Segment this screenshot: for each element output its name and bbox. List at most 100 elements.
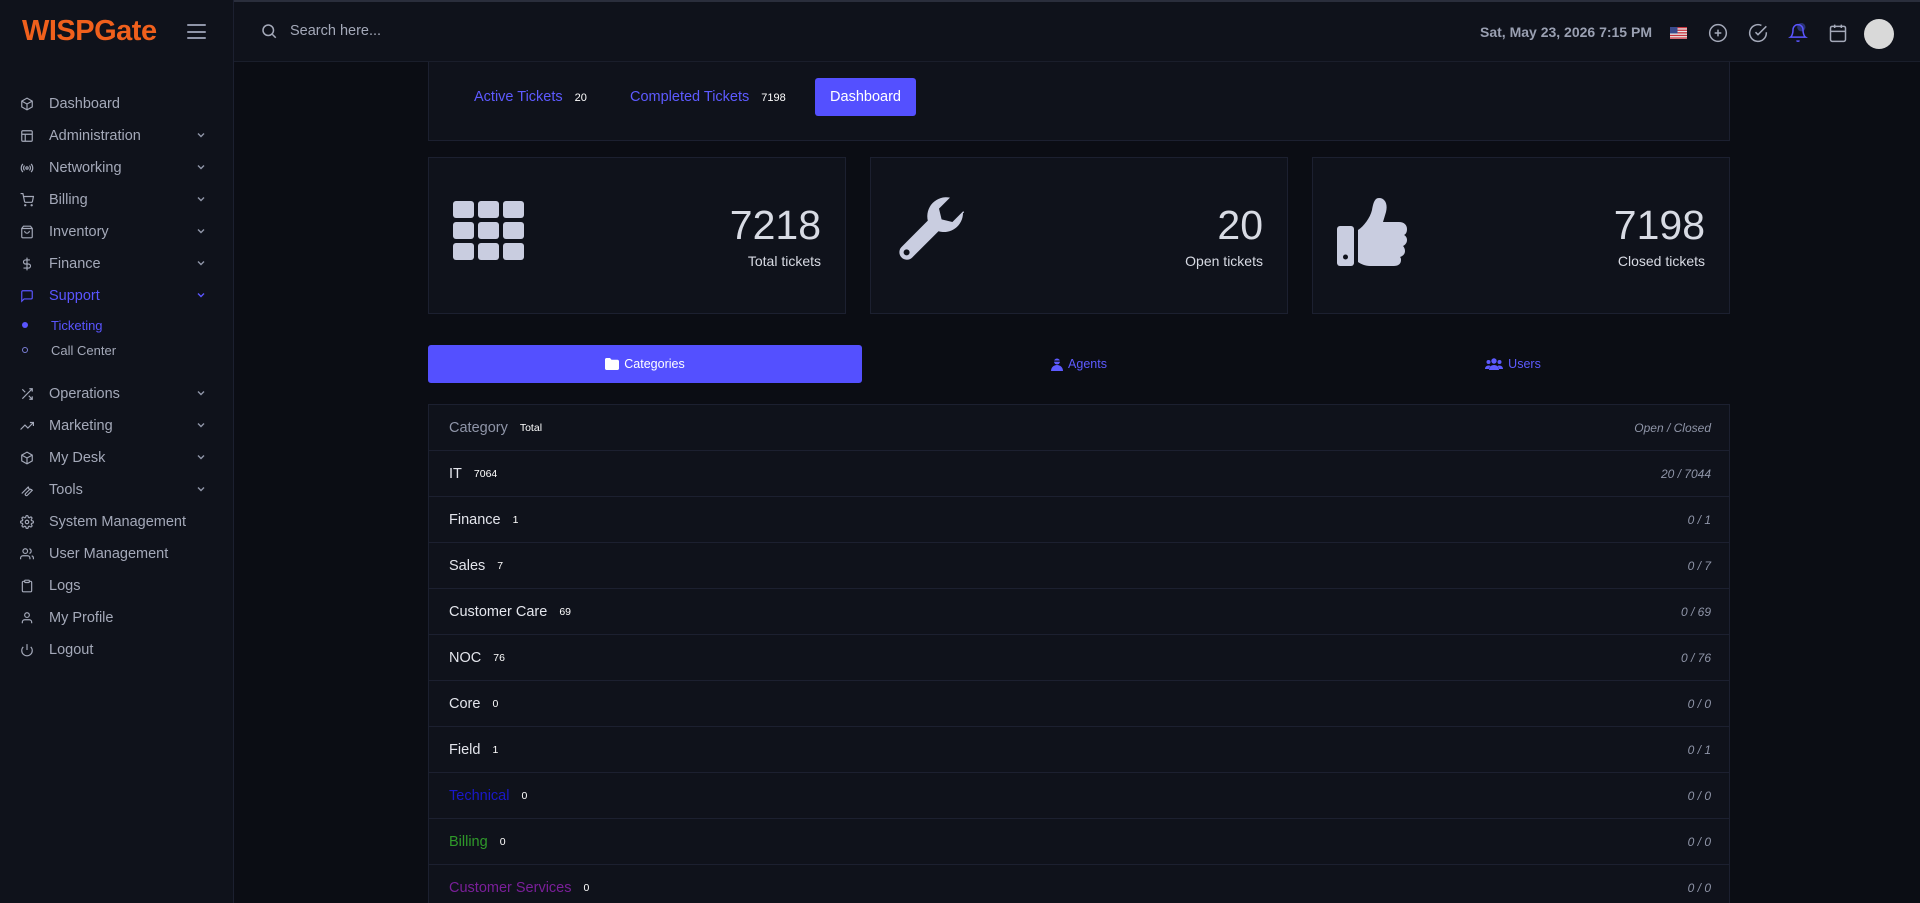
table-row[interactable]: Field 1 0 / 1 <box>429 727 1729 773</box>
sidebar-item-label: Operations <box>49 386 120 402</box>
sidebar-item-my-profile[interactable]: My Profile <box>0 606 234 630</box>
sidebar: WISPGate Dashboard Administration Networ… <box>0 0 234 903</box>
sidebar-item-label: Billing <box>49 192 88 208</box>
tab-completed-tickets[interactable]: Completed Tickets 7198 <box>630 89 786 105</box>
category-ratio: 20 / 7044 <box>1660 466 1711 481</box>
category-ratio: 0 / 0 <box>1687 696 1711 711</box>
table-row[interactable]: Finance 1 0 / 1 <box>429 497 1729 543</box>
avatar[interactable] <box>1864 19 1894 49</box>
users-icon <box>20 547 34 561</box>
tab-count: 20 <box>574 92 587 104</box>
sidebar-item-tools[interactable]: Tools <box>0 478 234 502</box>
tab-label: Categories <box>624 357 685 371</box>
table-row[interactable]: Technical 0 0 / 0 <box>429 773 1729 819</box>
chevron-down-icon <box>197 261 205 266</box>
category-ratio: 0 / 7 <box>1687 558 1711 573</box>
cube-icon <box>20 97 34 111</box>
table-row[interactable]: IT 7064 20 / 7044 <box>429 451 1729 497</box>
grid-icon <box>453 201 524 260</box>
sidebar-item-user-management[interactable]: User Management <box>0 542 234 566</box>
tab-categories[interactable]: Categories <box>428 345 862 383</box>
stat-value: 7198 <box>1613 202 1705 248</box>
category-table: Category Total Open / Closed IT 7064 20 … <box>428 404 1730 903</box>
tab-dashboard[interactable]: Dashboard <box>815 78 916 116</box>
sidebar-item-finance[interactable]: Finance <box>0 252 234 276</box>
ticket-tabs: Active Tickets 20 Completed Tickets 7198… <box>428 62 1730 141</box>
category-ratio: 0 / 1 <box>1687 512 1711 527</box>
tab-label: Users <box>1508 357 1541 371</box>
breakdown-tabs: Categories Agents Users <box>428 345 1730 383</box>
tab-active-tickets[interactable]: Active Tickets 20 <box>474 89 587 105</box>
table-row[interactable]: Customer Services 0 0 / 0 <box>429 865 1729 903</box>
stat-label: Closed tickets <box>1617 253 1705 269</box>
category-total: 0 <box>521 789 528 802</box>
tab-users[interactable]: Users <box>1296 345 1730 383</box>
sidebar-item-billing[interactable]: Billing <box>0 188 234 212</box>
tab-label: Agents <box>1068 357 1107 371</box>
search-icon[interactable] <box>260 22 278 40</box>
category-name: Billing <box>449 833 488 850</box>
category-ratio: 0 / 0 <box>1687 834 1711 849</box>
sidebar-subitem-call-center[interactable]: Call Center <box>0 340 234 360</box>
sidebar-item-system-management[interactable]: System Management <box>0 510 234 534</box>
chevron-down-icon <box>197 229 205 234</box>
category-name: NOC <box>449 649 482 666</box>
stat-card-open: 20 Open tickets <box>870 157 1288 314</box>
calendar-icon[interactable] <box>1828 23 1848 43</box>
tab-agents[interactable]: Agents <box>862 345 1296 383</box>
category-total: 0 <box>583 881 590 894</box>
search-input[interactable] <box>290 23 590 39</box>
agent-icon <box>1051 358 1064 371</box>
tab-label: Active Tickets <box>474 89 563 105</box>
chevron-down-icon <box>197 487 205 492</box>
table-row[interactable]: Customer Care 69 0 / 69 <box>429 589 1729 635</box>
sidebar-item-inventory[interactable]: Inventory <box>0 220 234 244</box>
sidebar-item-administration[interactable]: Administration <box>0 124 234 148</box>
sidebar-item-label: Inventory <box>49 224 109 240</box>
chevron-down-icon <box>197 165 205 170</box>
check-circle-icon[interactable] <box>1748 23 1768 43</box>
sidebar-item-my-desk[interactable]: My Desk <box>0 446 234 470</box>
header-total: Total <box>519 421 543 434</box>
sidebar-item-logs[interactable]: Logs <box>0 574 234 598</box>
plus-circle-icon[interactable] <box>1708 23 1728 43</box>
category-ratio: 0 / 0 <box>1687 788 1711 803</box>
category-name: Sales <box>449 557 486 574</box>
brand-logo[interactable]: WISPGate <box>22 15 157 48</box>
wrench-icon <box>899 197 964 260</box>
search-bar <box>260 22 590 40</box>
us-flag-icon[interactable] <box>1670 27 1687 39</box>
brand: WISPGate <box>0 0 233 62</box>
broadcast-icon <box>20 161 34 175</box>
gear-icon <box>20 515 34 529</box>
sidebar-item-marketing[interactable]: Marketing <box>0 414 234 438</box>
header-category: Category <box>449 419 508 436</box>
category-name: Field <box>449 741 481 758</box>
table-row[interactable]: NOC 76 0 / 76 <box>429 635 1729 681</box>
sidebar-item-operations[interactable]: Operations <box>0 382 234 406</box>
tab-count: 7198 <box>761 92 786 104</box>
sidebar-subitem-ticketing[interactable]: Ticketing <box>0 315 234 335</box>
table-row[interactable]: Sales 7 0 / 7 <box>429 543 1729 589</box>
trending-icon <box>20 419 34 433</box>
sidebar-item-dashboard[interactable]: Dashboard <box>0 92 234 116</box>
sidebar-item-label: Logs <box>49 578 81 594</box>
chevron-down-icon <box>197 293 205 298</box>
sidebar-item-label: User Management <box>49 546 169 562</box>
category-name: IT <box>449 465 462 482</box>
wrench-icon <box>20 483 34 497</box>
chevron-down-icon <box>197 423 205 428</box>
sidebar-item-support[interactable]: Support <box>0 284 234 308</box>
header-ratio: Open / Closed <box>1634 420 1711 435</box>
sidebar-item-logout[interactable]: Logout <box>0 638 234 662</box>
category-total: 7064 <box>473 467 498 480</box>
tab-label: Completed Tickets <box>630 89 750 105</box>
users-icon <box>1485 358 1504 370</box>
table-row[interactable]: Core 0 0 / 0 <box>429 681 1729 727</box>
hamburger-icon[interactable] <box>187 24 206 39</box>
sidebar-item-networking[interactable]: Networking <box>0 156 234 180</box>
table-row[interactable]: Billing 0 0 / 0 <box>429 819 1729 865</box>
category-name: Core <box>449 695 481 712</box>
bell-icon[interactable] <box>1788 23 1808 43</box>
sidebar-item-label: Finance <box>49 256 101 272</box>
